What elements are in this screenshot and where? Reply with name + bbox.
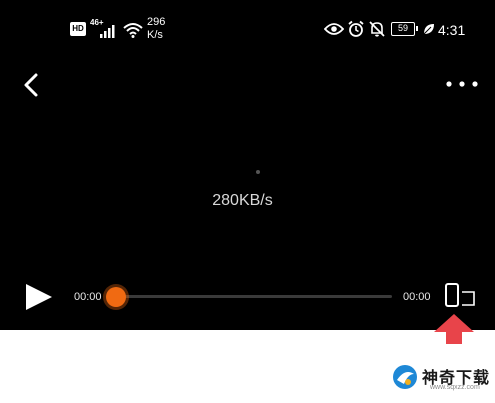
network-speed: 296 K/s [147,16,165,42]
video-player[interactable]: HD 46+ 296 K/s 59 4:31 280KB/s 00:00 00:… [0,0,495,330]
speed-value: 296 [147,16,166,28]
speed-unit: K/s [147,29,163,41]
rotate-screen-icon[interactable] [444,283,478,309]
battery-indicator: 59 [391,22,418,36]
wifi-icon [123,23,143,38]
play-icon[interactable] [24,283,54,311]
watermark-logo: 神奇下载 www.sqxzz.com [392,362,492,400]
current-time: 00:00 [74,291,102,303]
mute-bell-icon [369,21,385,37]
progress-track[interactable] [112,295,392,298]
duration-time: 00:00 [403,291,431,303]
hd-badge: HD [70,22,86,36]
alarm-icon [348,20,364,37]
loading-spinner [256,170,260,174]
signal-icon [100,25,115,38]
buffer-rate: 280KB/s [212,192,273,209]
leaf-icon [423,24,434,35]
watermark-mark-icon [393,365,417,389]
progress-thumb[interactable] [106,287,126,307]
watermark-url: www.sqxzz.com [430,384,480,391]
clock: 4:31 [438,22,466,38]
pointer-arrow-icon [434,314,474,344]
status-bar: HD 46+ 296 K/s 59 4:31 [0,0,495,54]
more-options-icon[interactable] [444,78,480,90]
eye-icon [324,23,344,35]
back-arrow-icon[interactable] [18,70,48,100]
